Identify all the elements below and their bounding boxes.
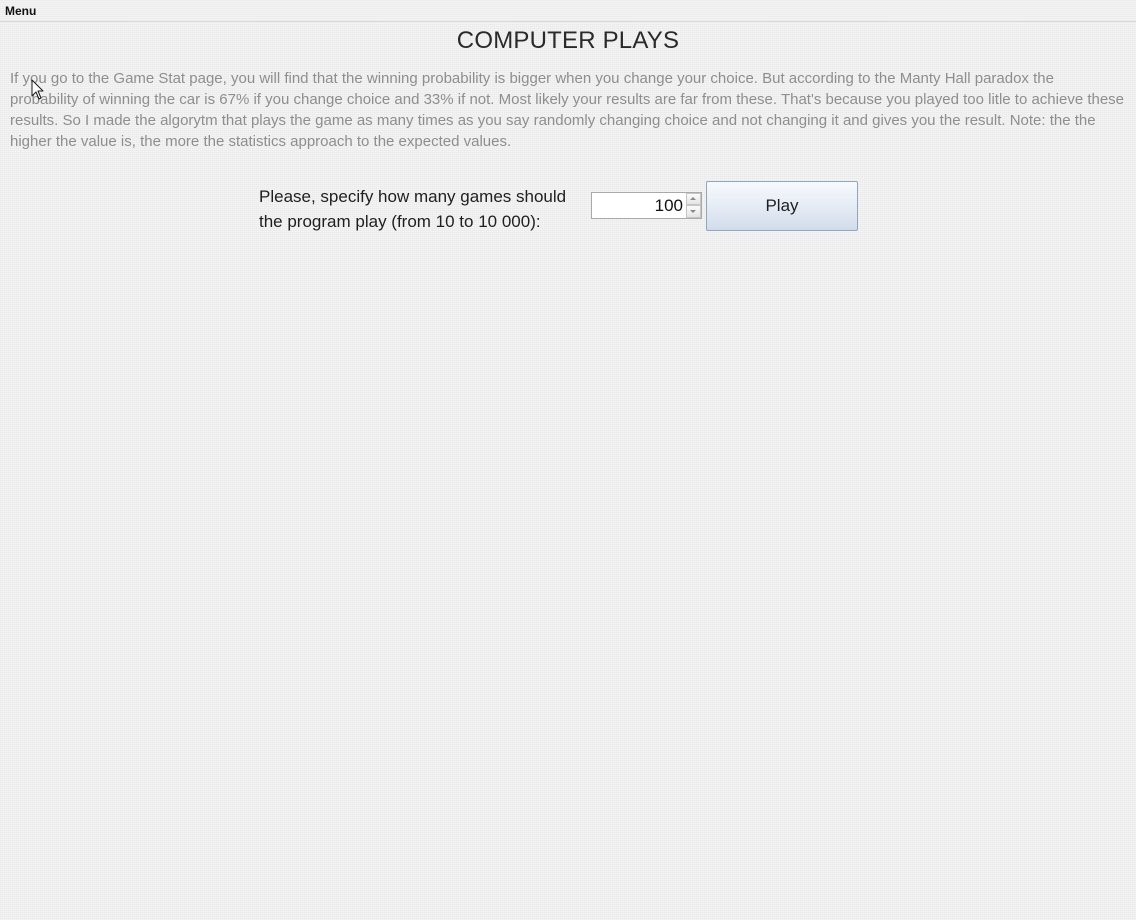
intro-paragraph: If you go to the Game Stat page, you wil… [10, 70, 1125, 150]
spinner-decrement-button[interactable] [686, 205, 701, 218]
games-count-label: Please, specify how many games should th… [259, 187, 567, 231]
games-count-spinner [591, 192, 702, 219]
page-title: COMPUTER PLAYS [456, 27, 680, 54]
play-button[interactable]: Play [706, 181, 858, 231]
spinner-increment-button[interactable] [686, 193, 701, 205]
menu-item-menu[interactable]: Menu [5, 4, 36, 18]
chevron-down-icon [690, 210, 696, 213]
menu-bar: Menu [0, 0, 1136, 22]
chevron-up-icon [690, 197, 696, 200]
play-controls: Please, specify how many games should th… [259, 181, 859, 233]
games-count-input[interactable] [592, 193, 685, 218]
